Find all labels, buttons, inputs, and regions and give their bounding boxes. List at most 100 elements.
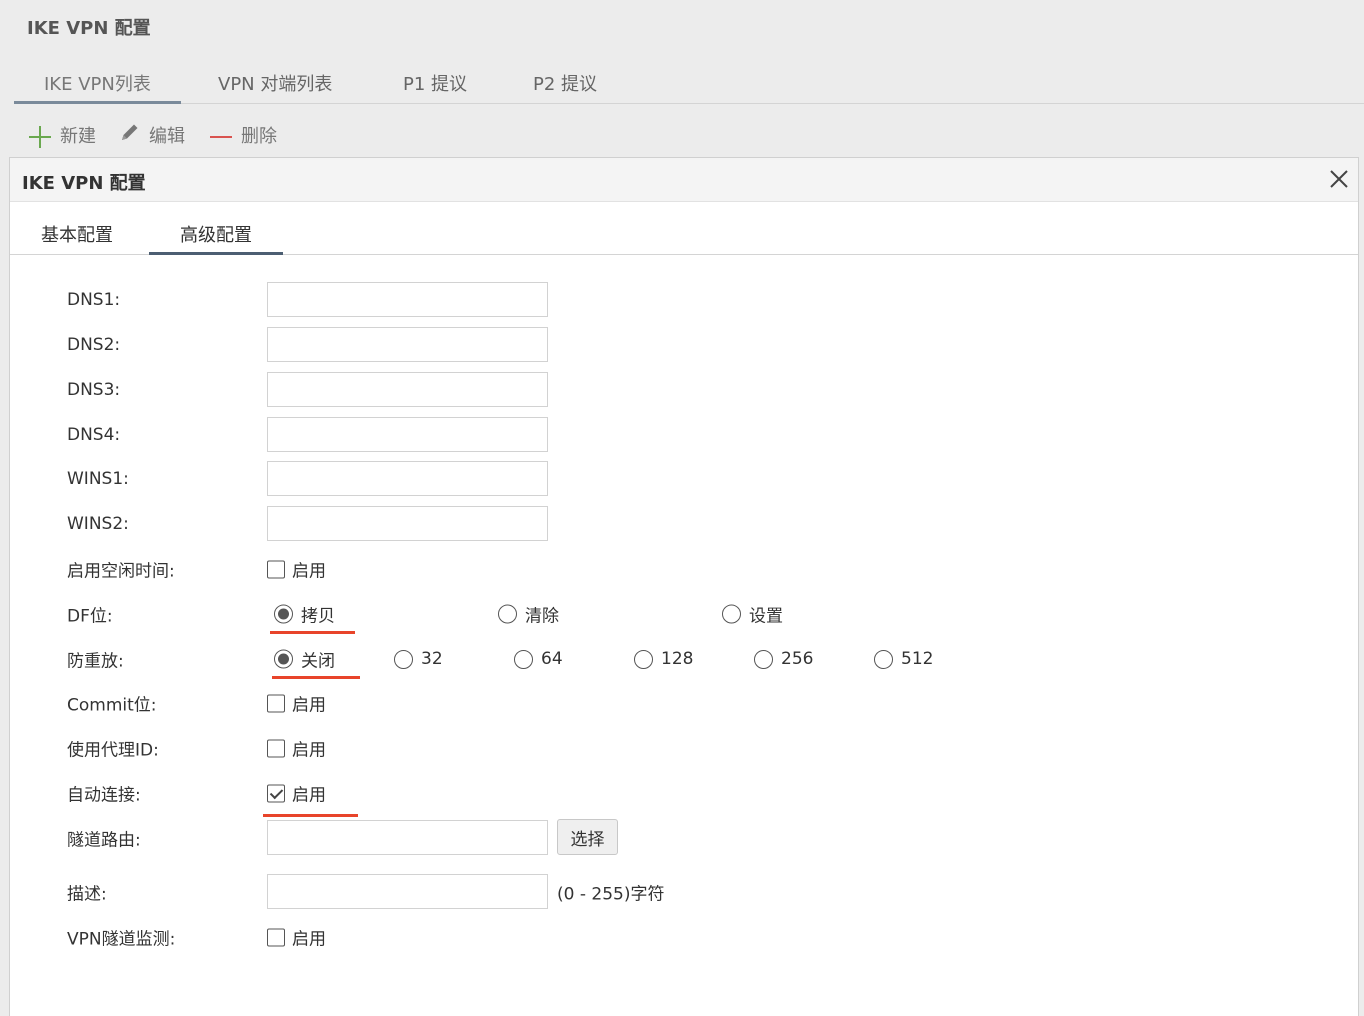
select-button[interactable]: 选择 — [557, 819, 618, 855]
edit-button[interactable]: 编辑 — [119, 122, 185, 152]
description-input[interactable] — [267, 874, 548, 909]
wins1-input[interactable] — [267, 461, 548, 496]
highlight-underline — [272, 676, 360, 679]
delete-button-label: 删除 — [241, 126, 277, 147]
anti-replay-label: 防重放: — [67, 651, 124, 672]
dns3-input[interactable] — [267, 372, 548, 407]
anti-replay-radio-128[interactable]: 128 — [634, 649, 693, 669]
df-bit-option-set: 设置 — [749, 606, 783, 627]
df-bit-radio-copy[interactable]: 拷贝 — [274, 602, 335, 627]
tab-advanced-config[interactable]: 高级配置 — [149, 224, 283, 255]
anti-replay-radio-64[interactable]: 64 — [514, 649, 563, 669]
radio-button[interactable] — [722, 604, 741, 624]
page-tab-bar: IKE VPN列表 VPN 对端列表 P1 提议 P2 提议 — [14, 66, 1364, 104]
plus-icon — [28, 125, 52, 149]
minus-icon — [209, 125, 233, 149]
commit-bit-checkbox[interactable]: 启用 — [267, 691, 326, 716]
description-length-hint: (0 - 255)字符 — [557, 884, 665, 905]
delete-button[interactable]: 删除 — [209, 122, 277, 152]
anti-replay-radio-off[interactable]: 关闭 — [274, 647, 335, 672]
close-icon — [1330, 170, 1348, 188]
commit-bit-option: 启用 — [292, 695, 326, 716]
radio-button[interactable] — [514, 649, 533, 669]
df-bit-label: DF位: — [67, 606, 113, 627]
tab-ike-vpn-list[interactable]: IKE VPN列表 — [14, 72, 181, 104]
checkbox-box[interactable] — [267, 928, 285, 946]
anti-replay-radio-256[interactable]: 256 — [754, 649, 813, 669]
new-button[interactable]: 新建 — [28, 122, 96, 152]
auto-connect-checkbox[interactable]: 启用 — [267, 781, 326, 806]
radio-button[interactable] — [754, 649, 773, 669]
highlight-underline — [270, 631, 355, 634]
tunnel-route-row: 隧道路由: 选择 — [10, 818, 1358, 858]
tunnel-route-input[interactable] — [267, 820, 548, 855]
idle-time-option: 启用 — [292, 561, 326, 582]
df-bit-radio-clear[interactable]: 清除 — [498, 602, 559, 627]
ike-vpn-config-dialog: IKE VPN 配置 基本配置 高级配置 DNS1: DNS2: DNS3: D… — [9, 157, 1359, 1016]
anti-replay-option-32: 32 — [421, 649, 443, 669]
dns4-input[interactable] — [267, 417, 548, 452]
auto-connect-row: 自动连接: 启用 — [10, 773, 1358, 817]
tunnel-monitor-label: VPN隧道监测: — [67, 929, 176, 950]
wins1-label: WINS1: — [67, 469, 129, 489]
idle-time-checkbox[interactable]: 启用 — [267, 557, 326, 582]
tunnel-monitor-checkbox[interactable]: 启用 — [267, 925, 326, 950]
radio-button[interactable] — [274, 649, 293, 669]
anti-replay-radio-512[interactable]: 512 — [874, 649, 933, 669]
radio-button[interactable] — [498, 604, 517, 624]
tab-p2-proposal[interactable]: P2 提议 — [533, 72, 597, 104]
radio-button[interactable] — [874, 649, 893, 669]
close-button[interactable] — [1326, 166, 1352, 192]
proxy-id-label: 使用代理ID: — [67, 740, 159, 761]
edit-button-label: 编辑 — [149, 126, 185, 147]
df-bit-radio-set[interactable]: 设置 — [722, 602, 783, 627]
checkbox-box[interactable] — [267, 739, 285, 757]
radio-button[interactable] — [274, 604, 293, 624]
new-button-label: 新建 — [60, 126, 96, 147]
dns3-row: DNS3: — [10, 370, 1358, 410]
anti-replay-row: 防重放: 关闭 32 64 128 256 512 — [10, 639, 1358, 679]
anti-replay-option-128: 128 — [661, 649, 694, 669]
wins2-input[interactable] — [267, 506, 548, 541]
tab-vpn-peer-list[interactable]: VPN 对端列表 — [218, 72, 332, 104]
wins1-row: WINS1: — [10, 459, 1358, 499]
proxy-id-checkbox[interactable]: 启用 — [267, 736, 326, 761]
dns2-label: DNS2: — [67, 335, 121, 355]
highlight-underline — [263, 814, 358, 817]
tunnel-monitor-option: 启用 — [292, 929, 326, 950]
dns2-row: DNS2: — [10, 325, 1358, 365]
description-label: 描述: — [67, 884, 107, 905]
anti-replay-option-off: 关闭 — [301, 651, 335, 672]
df-bit-option-copy: 拷贝 — [301, 606, 335, 627]
wins2-label: WINS2: — [67, 514, 129, 534]
auto-connect-label: 自动连接: — [67, 785, 141, 806]
checkbox-box[interactable] — [267, 694, 285, 712]
pencil-icon — [119, 121, 141, 153]
dns2-input[interactable] — [267, 327, 548, 362]
checkbox-box[interactable] — [267, 560, 285, 578]
dialog-title: IKE VPN 配置 — [22, 173, 146, 194]
wins2-row: WINS2: — [10, 504, 1358, 544]
anti-replay-radio-32[interactable]: 32 — [394, 649, 443, 669]
tab-basic-config[interactable]: 基本配置 — [10, 224, 144, 255]
tunnel-monitor-row: VPN隧道监测: 启用 — [10, 917, 1358, 957]
anti-replay-option-512: 512 — [901, 649, 934, 669]
checkbox-box-checked[interactable] — [267, 784, 285, 802]
commit-bit-label: Commit位: — [67, 695, 157, 716]
df-bit-row: DF位: 拷贝 清除 设置 — [10, 594, 1358, 634]
page-title: IKE VPN 配置 — [27, 18, 151, 39]
app-window: IKE VPN 配置 IKE VPN列表 VPN 对端列表 P1 提议 P2 提… — [0, 0, 1364, 1016]
anti-replay-option-256: 256 — [781, 649, 814, 669]
dialog-tab-bar: 基本配置 高级配置 — [10, 202, 1358, 255]
tab-p1-proposal[interactable]: P1 提议 — [403, 72, 467, 104]
description-row: 描述: (0 - 255)字符 — [10, 872, 1358, 912]
idle-time-label: 启用空闲时间: — [67, 561, 175, 582]
dns1-row: DNS1: — [10, 280, 1358, 320]
radio-button[interactable] — [634, 649, 653, 669]
proxy-id-row: 使用代理ID: 启用 — [10, 728, 1358, 768]
dns3-label: DNS3: — [67, 380, 121, 400]
dns4-row: DNS4: — [10, 415, 1358, 455]
dns1-input[interactable] — [267, 282, 548, 317]
radio-button[interactable] — [394, 649, 413, 669]
idle-time-row: 启用空闲时间: 启用 — [10, 549, 1358, 589]
